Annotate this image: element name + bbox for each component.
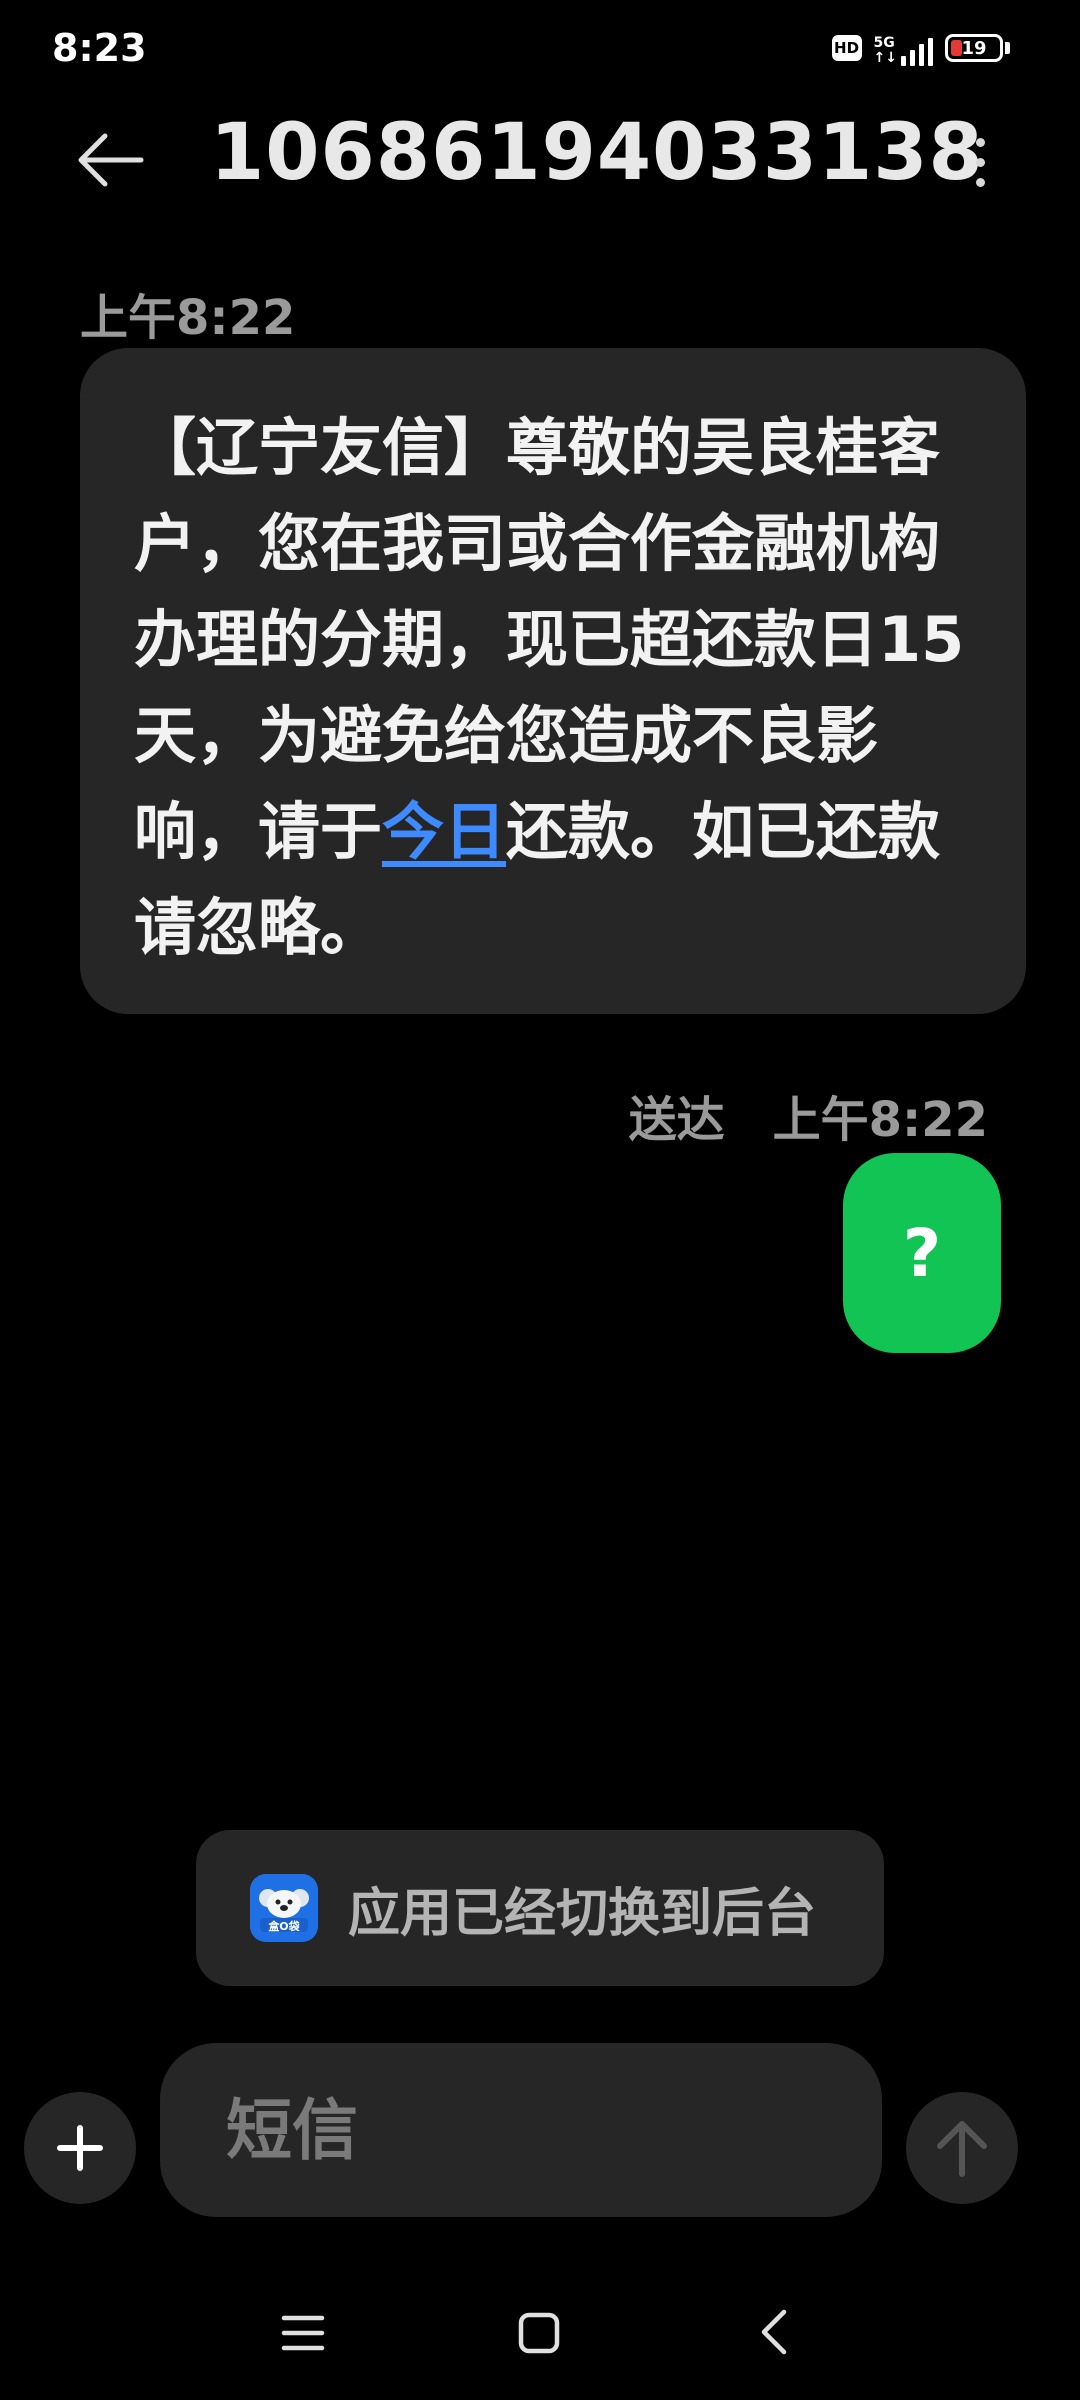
hd-icon: HD	[831, 35, 862, 61]
message-compose-area[interactable]	[160, 2043, 882, 2217]
signal-icon: 5G ↑↓	[874, 30, 933, 66]
battery-level: 19	[961, 37, 987, 59]
outgoing-timestamp: 上午8:22	[772, 1092, 988, 1148]
more-options-button[interactable]	[952, 122, 1008, 202]
menu-icon	[281, 2315, 325, 2351]
contact-number-title: 10686194033138	[210, 108, 984, 198]
nav-home-button[interactable]	[516, 2310, 562, 2356]
nav-back-button[interactable]	[750, 2306, 796, 2358]
home-square-icon	[518, 2312, 560, 2354]
plus-icon	[57, 2125, 103, 2171]
incoming-timestamp: 上午8:22	[80, 290, 296, 346]
incoming-message-bubble[interactable]: 【辽宁友信】尊敬的吴良桂客户，您在我司或合作金融机构办理的分期，现已超还款日15…	[80, 348, 1026, 1014]
date-link[interactable]: 今日	[382, 795, 506, 868]
arrow-left-icon	[78, 133, 144, 187]
incoming-message-text: 【辽宁友信】尊敬的吴良桂客户，您在我司或合作金融机构办理的分期，现已超还款日15…	[134, 411, 965, 964]
more-vertical-icon	[975, 137, 985, 147]
chevron-left-icon	[761, 2309, 787, 2355]
delivery-status: 送达	[628, 1092, 725, 1148]
nav-recents-button[interactable]	[280, 2310, 326, 2356]
network-type: 5G	[873, 35, 895, 51]
battery-icon: 19	[945, 34, 1003, 62]
toast-message: 应用已经切换到后台	[348, 1883, 817, 1944]
sms-input[interactable]	[224, 2090, 882, 2170]
back-button[interactable]	[70, 120, 150, 200]
status-time: 8:23	[52, 26, 147, 70]
svg-text:盒O袋: 盒O袋	[267, 1919, 300, 1933]
arrow-up-icon	[937, 2121, 987, 2177]
background-toast: 盒O袋 应用已经切换到后台	[196, 1830, 884, 1986]
messaging-screen: 8:23 HD 5G ↑↓ 19 10686194033138 上午8:22 【…	[0, 0, 1080, 2400]
send-button[interactable]	[906, 2092, 1018, 2204]
app-icon: 盒O袋	[250, 1874, 318, 1942]
outgoing-message-bubble[interactable]: ?	[843, 1153, 1001, 1353]
status-icons: HD 5G ↑↓ 19	[831, 28, 1010, 68]
outgoing-meta: 送达 上午8:22	[629, 1080, 988, 1150]
add-attachment-button[interactable]	[24, 2092, 136, 2204]
